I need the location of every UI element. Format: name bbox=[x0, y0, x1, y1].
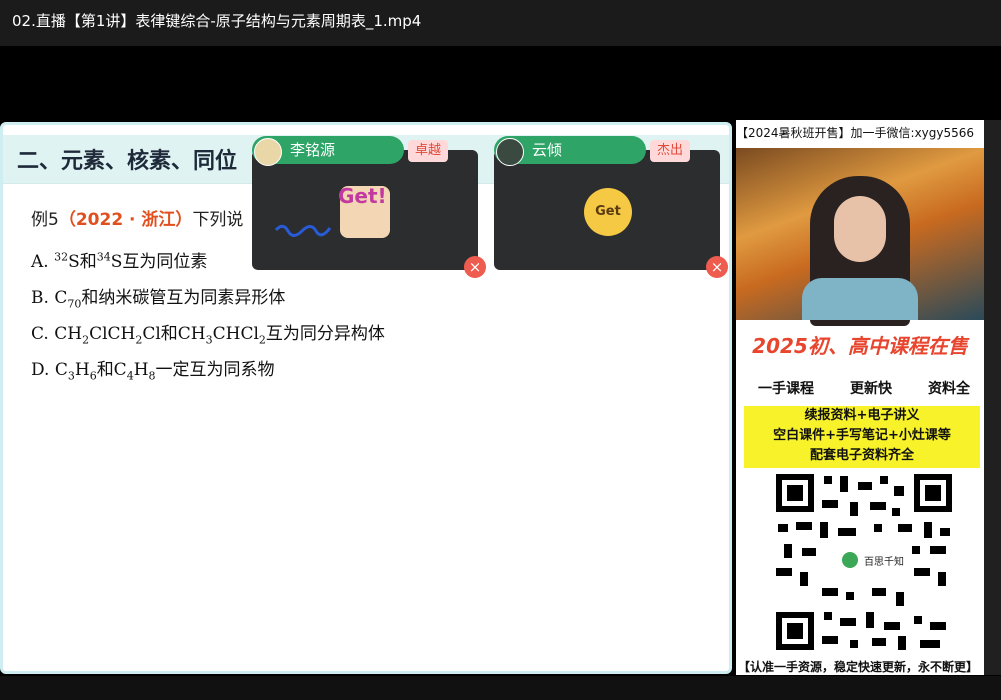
option-b: B. C70和纳米碳管互为同素异形体 bbox=[31, 288, 286, 311]
teacher-video bbox=[736, 148, 984, 326]
participant-card-1: 李铭源 卓越 Get! × bbox=[252, 136, 486, 278]
example-question: 例5（2022 · 浙江）下列说 bbox=[31, 205, 243, 230]
close-button[interactable]: × bbox=[706, 256, 728, 278]
ad-header: 【2024暑秋班开售】加一手微信:xygy5566 bbox=[736, 126, 975, 140]
feature-item: 资料全 bbox=[928, 381, 970, 397]
ad-line: 配套电子资料齐全 bbox=[809, 448, 914, 463]
qr-logo-text: 百思千知 bbox=[864, 555, 904, 568]
side-scrollbar[interactable] bbox=[984, 120, 1001, 675]
qr-code-icon: 百思千知 bbox=[774, 472, 954, 652]
feature-item: 更新快 bbox=[850, 381, 892, 397]
ad-column: 【2024暑秋班开售】加一手微信:xygy5566 2025初、高中课程在售 一… bbox=[736, 120, 984, 675]
ad-footer: 【认准一手资源，稳定快速更新，永不断更】 bbox=[738, 660, 979, 674]
option-a: A. 32S和34S互为同位素 bbox=[31, 250, 208, 272]
participant-name: 云倾 bbox=[532, 141, 563, 159]
participant-card-2: 云倾 杰出 Get × bbox=[494, 136, 728, 278]
option-d: D. C3H6和C4H8一定互为同系物 bbox=[31, 360, 275, 383]
squiggle-drawing bbox=[274, 224, 332, 237]
ad-line: 续报资料+电子讲义 bbox=[804, 408, 920, 423]
example-label: 例5 bbox=[31, 210, 59, 230]
player-bottom-bar bbox=[0, 676, 1001, 700]
option-c: C. CH2ClCH2Cl和CH3CHCl2互为同分异构体 bbox=[31, 324, 385, 347]
feature-item: 一手课程 bbox=[758, 381, 814, 397]
ad-line: 空白课件+手写笔记+小灶课等 bbox=[773, 428, 951, 443]
avatar bbox=[254, 138, 282, 166]
rank-badge: 杰出 bbox=[650, 140, 691, 162]
get-emoji-icon: Get bbox=[584, 188, 632, 236]
window-titlebar: 02.直播【第1讲】表律键综合-原子结构与元素周期表_1.mp4 bbox=[0, 0, 1001, 46]
close-button[interactable]: × bbox=[464, 256, 486, 278]
example-source: （2022 · 浙江） bbox=[58, 210, 193, 230]
participant-name: 李铭源 bbox=[290, 141, 336, 159]
teacher-face bbox=[834, 196, 886, 262]
avatar bbox=[496, 138, 524, 166]
ad-headline: 2025初、高中课程在售 bbox=[752, 334, 968, 358]
sticker-text: Get! bbox=[338, 184, 387, 208]
teacher-shirt bbox=[802, 278, 918, 320]
example-text: 下列说 bbox=[192, 210, 244, 230]
window-title: 02.直播【第1讲】表律键综合-原子结构与元素周期表_1.mp4 bbox=[12, 12, 422, 30]
section-title: 二、元素、核素、同位 bbox=[17, 149, 238, 174]
rank-badge: 卓越 bbox=[408, 140, 449, 162]
ad-highlight-box: 续报资料+电子讲义 空白课件+手写笔记+小灶课等 配套电子资料齐全 bbox=[744, 406, 980, 468]
